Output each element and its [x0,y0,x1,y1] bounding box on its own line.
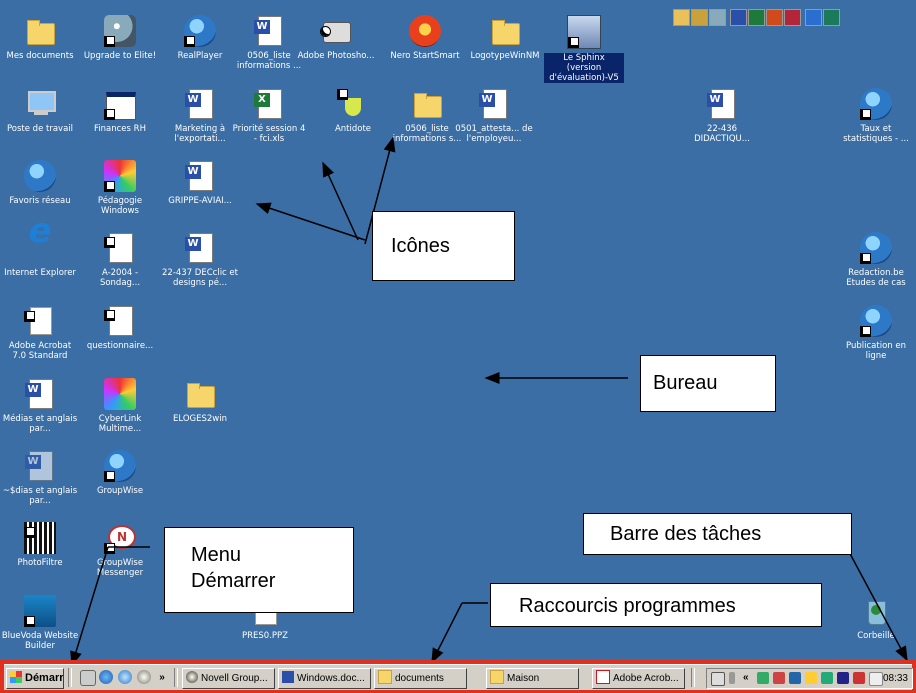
task-button-windows-doc[interactable]: Windows.doc... [278,668,371,689]
show-desktop-icon[interactable] [80,670,96,686]
outlook-express-icon[interactable] [118,670,132,684]
task-button-documents[interactable]: documents [374,668,467,689]
start-label: Démarrer [25,672,64,684]
antivirus-tray-icon[interactable] [853,672,865,684]
annotation-menu-line2: Démarrer [191,570,276,592]
start-button[interactable]: Démarrer [6,668,64,689]
task-label: Windows.doc... [297,673,365,684]
taskbar-separator [68,668,72,687]
groupwise-icon [186,671,198,684]
annotation-menu-line1: Menu [191,544,242,566]
pen-icon[interactable] [729,672,735,684]
quick-launch-more-button[interactable]: » [156,668,168,687]
word-icon [282,671,294,684]
task-button-maison[interactable]: Maison [486,668,579,689]
arrow-to-icon-grippe [255,202,366,241]
help-icon[interactable] [711,672,725,686]
tray-expand-button[interactable]: « [743,668,753,687]
monitor-tray-icon[interactable] [837,672,849,684]
internet-explorer-icon[interactable] [99,670,113,684]
volume-tray-icon[interactable] [869,672,883,686]
task-button-adobe-acrobat[interactable]: Adobe Acrob... [592,668,685,689]
taskbar-separator [174,668,178,687]
taskbar-clock[interactable]: 08:33 [883,669,908,688]
task-button-novell[interactable]: Novell Group... [182,668,275,689]
printer-tray-icon[interactable] [821,672,833,684]
media-tray-icon[interactable] [789,672,801,684]
groupwise-quick-icon[interactable] [137,670,151,684]
task-label: Adobe Acrob... [613,673,679,684]
annotation-barre-des-taches: Barre des tâches [583,513,852,555]
network-tray-icon[interactable] [757,672,769,684]
task-label: Novell Group... [201,673,268,684]
taskbar: Démarrer » Novell Group... Windows.doc..… [4,664,913,690]
windows-logo-icon [10,671,22,684]
annotation-bureau: Bureau [640,355,776,412]
task-label: documents [395,673,444,684]
arrow-to-quick-launch [431,602,463,664]
folder-icon [490,670,504,685]
update-tray-icon[interactable] [805,672,817,684]
annotation-icones: Icônes [372,211,515,281]
security-tray-icon[interactable] [773,672,785,684]
arrow-to-start-menu [70,546,109,667]
task-label: Maison [507,673,540,684]
system-tray: « 08:33 [706,668,913,689]
annotation-menu-demarrer: Menu Démarrer [164,527,354,613]
acrobat-icon [596,670,610,685]
annotation-raccourcis-programmes: Raccourcis programmes [490,583,822,627]
folder-icon [378,670,392,685]
taskbar-separator [691,668,695,687]
